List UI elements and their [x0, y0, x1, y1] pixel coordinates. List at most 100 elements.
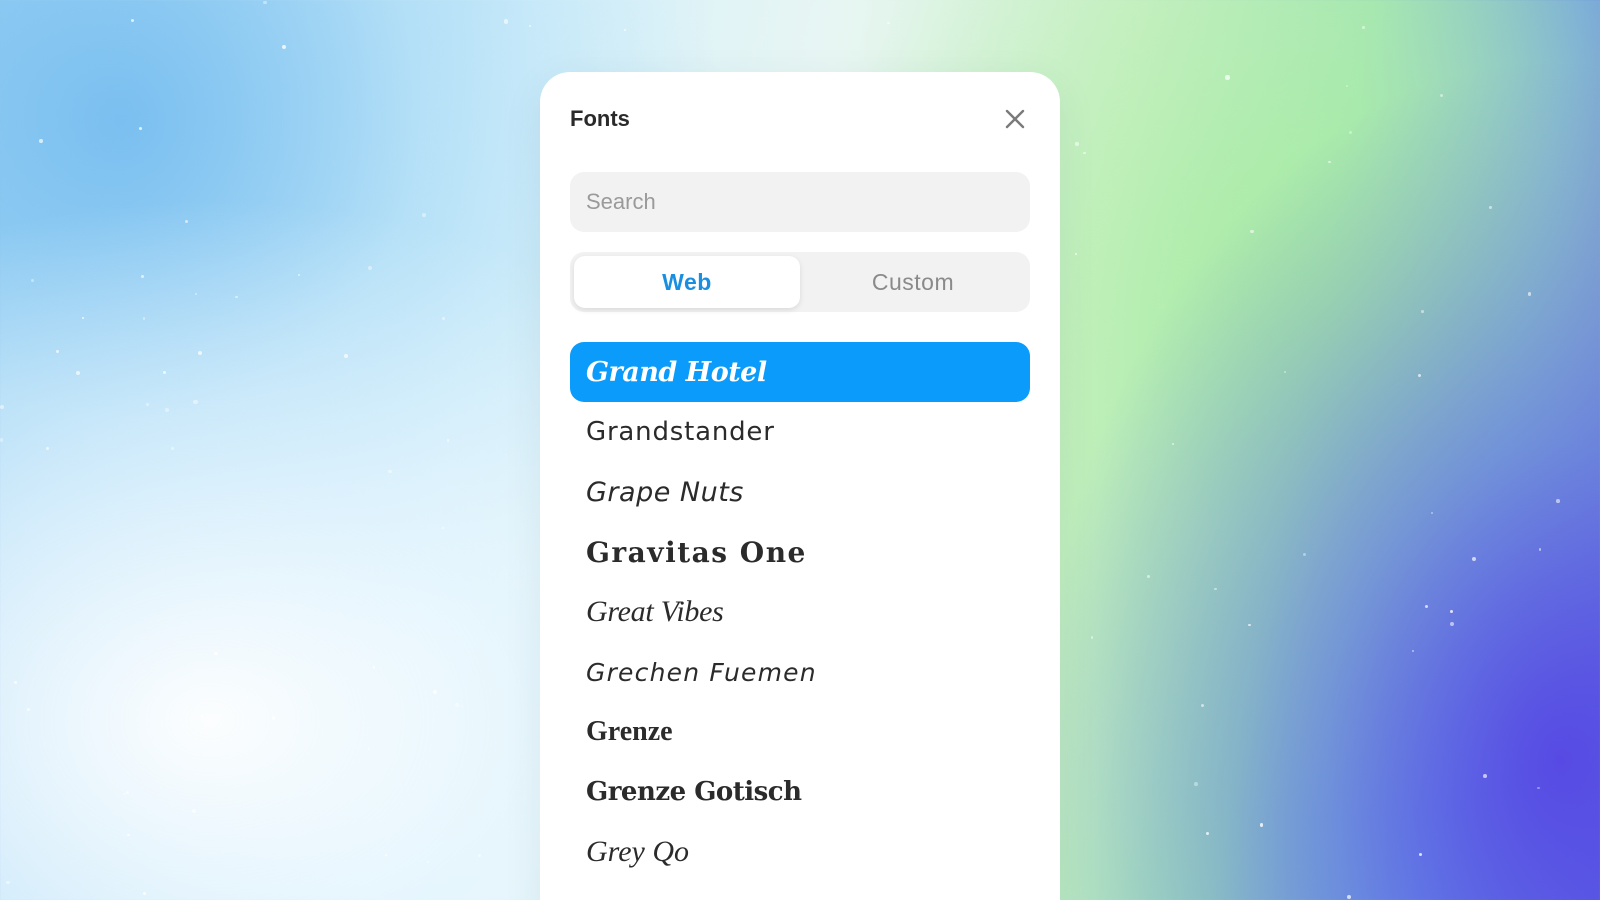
star-dot [447, 439, 450, 442]
star-dot [1440, 94, 1444, 98]
star-dot [1421, 310, 1424, 313]
star-dot [245, 695, 249, 699]
font-item-grandstander[interactable]: Grandstander [570, 402, 1030, 462]
font-item-grenze[interactable]: Grenze [570, 702, 1030, 762]
star-dot [388, 469, 392, 474]
star-dot [1361, 26, 1366, 30]
tab-custom[interactable]: Custom [800, 256, 1026, 308]
star-dot [344, 354, 348, 358]
star-dot [30, 278, 35, 283]
star-dot [214, 651, 218, 656]
star-dot [5, 880, 10, 885]
star-dot [198, 351, 203, 356]
font-item-gravitas-one[interactable]: Gravitas One [570, 522, 1030, 582]
star-dot [146, 402, 150, 406]
star-dot [1482, 774, 1487, 779]
star-dot [1417, 374, 1421, 378]
font-item-grechen-fuemen[interactable]: Grechen Fuemen [570, 642, 1030, 702]
star-dot [1259, 823, 1264, 827]
star-dot [442, 526, 445, 530]
star-dot [235, 296, 238, 299]
star-dot [165, 408, 170, 412]
star-dot [1083, 151, 1086, 155]
star-dot [528, 24, 532, 27]
star-dot [384, 853, 388, 857]
star-dot [368, 266, 373, 271]
star-dot [192, 809, 197, 813]
star-dot [26, 707, 30, 711]
close-icon [1005, 109, 1025, 129]
font-item-great-vibes[interactable]: Great Vibes [570, 582, 1030, 642]
font-item-grey-qo[interactable]: Grey Qo [570, 822, 1030, 882]
star-dot [455, 703, 459, 707]
star-dot [1214, 587, 1217, 590]
star-dot [1075, 142, 1079, 146]
star-dot [503, 19, 509, 24]
star-dot [130, 18, 135, 23]
star-dot [0, 405, 4, 410]
star-dot [1425, 604, 1429, 608]
search-field[interactable] [570, 172, 1030, 232]
star-dot [1556, 499, 1560, 504]
tab-web[interactable]: Web [574, 256, 800, 308]
font-source-toggle: Web Custom [570, 252, 1030, 312]
close-button[interactable] [1000, 104, 1030, 134]
star-dot [1528, 292, 1532, 296]
star-dot [1090, 636, 1093, 639]
star-dot [76, 371, 80, 375]
star-dot [1328, 160, 1332, 164]
search-input[interactable] [570, 172, 1030, 232]
star-dot [123, 792, 126, 796]
star-dot [1538, 548, 1542, 552]
star-dot [272, 716, 276, 720]
star-dot [1349, 131, 1353, 135]
star-dot [426, 860, 429, 863]
star-dot [1346, 895, 1351, 900]
star-dot [0, 438, 4, 442]
star-dot [1248, 623, 1251, 627]
fonts-panel: Fonts Web Custom Grand Hotel Grandstande… [540, 72, 1060, 900]
star-dot [887, 21, 891, 25]
star-dot [1537, 786, 1540, 790]
star-dot [1449, 621, 1454, 626]
star-dot [478, 853, 482, 858]
star-dot [56, 350, 59, 353]
star-dot [1194, 781, 1198, 786]
star-dot [1171, 442, 1175, 446]
star-dot [143, 891, 147, 895]
star-dot [142, 317, 146, 320]
star-dot [1201, 704, 1205, 708]
star-dot [624, 28, 627, 32]
star-dot [298, 273, 301, 276]
star-dot [184, 219, 188, 223]
star-dot [281, 45, 287, 50]
star-dot [432, 689, 437, 695]
star-dot [1345, 84, 1348, 87]
star-dot [1303, 552, 1307, 557]
star-dot [1250, 229, 1254, 234]
star-dot [125, 790, 130, 795]
star-dot [81, 316, 85, 320]
star-dot [422, 213, 427, 217]
star-dot [195, 293, 198, 296]
star-dot [263, 0, 267, 5]
star-dot [1284, 370, 1287, 374]
star-dot [372, 665, 376, 669]
star-dot [193, 399, 198, 405]
star-dot [171, 446, 175, 450]
star-dot [1147, 575, 1150, 578]
font-item-grenze-gotisch[interactable]: Grenze Gotisch [570, 762, 1030, 822]
star-dot [1418, 853, 1422, 857]
star-dot [13, 680, 17, 684]
font-item-grape-nuts[interactable]: Grape Nuts [570, 462, 1030, 522]
star-dot [1472, 557, 1477, 562]
star-dot [163, 371, 166, 375]
star-dot [39, 139, 43, 143]
star-dot [1225, 75, 1230, 80]
panel-title: Fonts [570, 106, 630, 131]
star-dot [141, 274, 145, 278]
star-dot [200, 713, 205, 719]
font-item-grand-hotel[interactable]: Grand Hotel [570, 342, 1030, 402]
star-dot [1206, 832, 1210, 836]
star-dot [367, 747, 371, 750]
